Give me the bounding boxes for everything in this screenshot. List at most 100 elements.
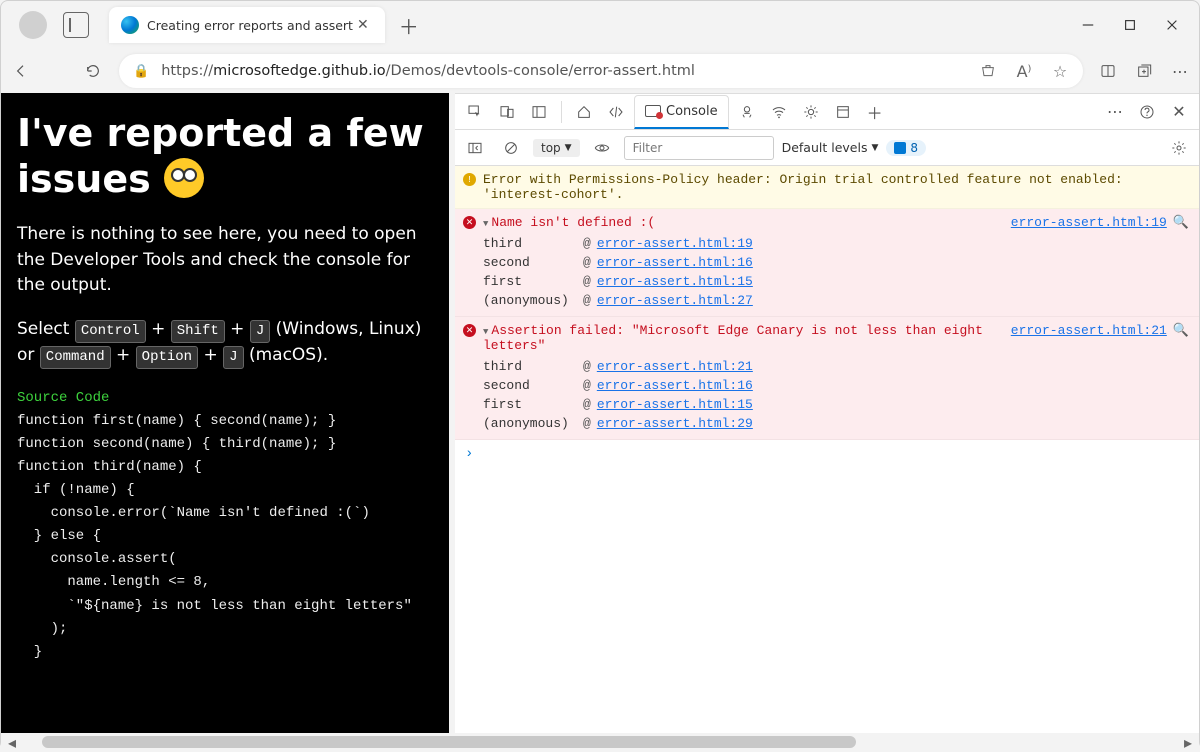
code-line: console.assert( — [17, 548, 433, 571]
console-prompt[interactable]: › — [455, 440, 1199, 468]
stack-at: @ — [583, 397, 591, 412]
minimize-button[interactable] — [1081, 18, 1095, 32]
application-tab-icon[interactable] — [829, 98, 857, 126]
shopping-icon[interactable] — [979, 62, 997, 80]
console-message: ✕ ▼Assertion failed: "Microsoft Edge Cana… — [455, 317, 1199, 440]
browser-tab[interactable]: Creating error reports and assert ✕ — [109, 7, 385, 43]
devtools-panel: Console ＋ ⋯ ✕ top ▼ Filter Default level… — [455, 93, 1199, 733]
maximize-button[interactable] — [1123, 18, 1137, 32]
error-icon: ✕ — [463, 324, 476, 337]
stack-source-link[interactable]: error-assert.html:21 — [597, 359, 753, 374]
source-link[interactable]: error-assert.html:19 — [1011, 215, 1167, 230]
stack-frame: first@error-assert.html:15 — [483, 272, 1189, 291]
stack-at: @ — [583, 359, 591, 374]
issues-badge[interactable]: 8 — [886, 140, 926, 156]
flushed-emoji-icon — [164, 158, 204, 198]
code-line: } else { — [17, 525, 433, 548]
code-line: console.error(`Name isn't defined :(`) — [17, 502, 433, 525]
address-bar[interactable]: 🔒 https://microsoftedge.github.io/Demos/… — [119, 54, 1083, 88]
stack-fn: first — [483, 397, 583, 412]
scroll-thumb[interactable] — [42, 736, 855, 748]
toggle-sidebar-icon[interactable] — [461, 134, 489, 162]
filter-input[interactable]: Filter — [624, 136, 774, 160]
stack-source-link[interactable]: error-assert.html:16 — [597, 378, 753, 393]
disclosure-toggle[interactable]: ▼ — [483, 219, 488, 229]
scroll-right-button[interactable]: ▸ — [1181, 733, 1195, 752]
inspect-element-icon[interactable] — [461, 98, 489, 126]
more-tabs-button[interactable]: ＋ — [861, 98, 889, 126]
stack-fn: second — [483, 378, 583, 393]
elements-tab-icon[interactable] — [602, 98, 630, 126]
stack-at: @ — [583, 378, 591, 393]
stack-source-link[interactable]: error-assert.html:27 — [597, 293, 753, 308]
refresh-button[interactable] — [83, 61, 103, 81]
horizontal-scrollbar[interactable]: ◂ ▸ — [1, 733, 1199, 751]
stack-fn: (anonymous) — [483, 416, 583, 431]
dock-side-icon[interactable] — [525, 98, 553, 126]
source-link[interactable]: error-assert.html:21 — [1011, 323, 1167, 338]
code-title: Source Code — [17, 387, 433, 410]
back-button[interactable] — [11, 61, 31, 81]
scroll-left-button[interactable]: ◂ — [5, 733, 19, 752]
split-screen-icon[interactable] — [1099, 62, 1117, 80]
stack-source-link[interactable]: error-assert.html:15 — [597, 274, 753, 289]
kbd: J — [223, 346, 243, 369]
page-heading: I've reported a few issues — [17, 111, 433, 202]
forward-button — [47, 61, 67, 81]
tab-actions-icon[interactable] — [63, 12, 89, 38]
stack-at: @ — [583, 274, 591, 289]
stack-at: @ — [583, 255, 591, 270]
stack-at: @ — [583, 416, 591, 431]
profile-avatar[interactable] — [19, 11, 47, 39]
console-settings-icon[interactable] — [1165, 134, 1193, 162]
code-line: function second(name) { third(name); } — [17, 433, 433, 456]
reveal-icon[interactable]: 🔍 — [1173, 215, 1189, 230]
help-icon[interactable] — [1133, 98, 1161, 126]
kbd: Shift — [171, 320, 225, 343]
edge-favicon-icon — [121, 16, 139, 34]
close-window-button[interactable] — [1165, 18, 1179, 32]
code-line: function third(name) { — [17, 456, 433, 479]
lock-icon[interactable]: 🔒 — [133, 64, 149, 79]
console-message: !Error with Permissions-Policy header: O… — [455, 166, 1199, 209]
context-selector[interactable]: top ▼ — [533, 139, 580, 157]
log-levels-dropdown[interactable]: Default levels ▼ — [782, 140, 879, 155]
stack-source-link[interactable]: error-assert.html:29 — [597, 416, 753, 431]
reveal-icon[interactable]: 🔍 — [1173, 323, 1189, 338]
page-intro: There is nothing to see here, you need t… — [17, 222, 433, 299]
console-tab-label: Console — [666, 104, 718, 119]
network-tab-icon[interactable] — [765, 98, 793, 126]
clear-console-icon[interactable] — [497, 134, 525, 162]
device-emulation-icon[interactable] — [493, 98, 521, 126]
performance-tab-icon[interactable] — [797, 98, 825, 126]
live-expression-icon[interactable] — [588, 134, 616, 162]
welcome-tab-icon[interactable] — [570, 98, 598, 126]
console-messages: !Error with Permissions-Policy header: O… — [455, 166, 1199, 733]
read-aloud-icon[interactable]: A⁾ — [1015, 62, 1033, 80]
new-tab-button[interactable]: ＋ — [399, 11, 419, 40]
stack-frame: first@ error-assert.html:15 — [483, 395, 1189, 414]
close-devtools-button[interactable]: ✕ — [1165, 98, 1193, 126]
url-text: https://microsoftedge.github.io/Demos/de… — [161, 63, 695, 79]
collections-icon[interactable] — [1135, 62, 1153, 80]
stack-fn: third — [483, 359, 583, 374]
favorite-icon[interactable]: ☆ — [1051, 62, 1069, 80]
stack-source-link[interactable]: error-assert.html:16 — [597, 255, 753, 270]
settings-menu-icon[interactable]: ⋯ — [1171, 62, 1189, 80]
sources-tab-icon[interactable] — [733, 98, 761, 126]
stack-fn: (anonymous) — [483, 293, 583, 308]
message-text: Name isn't defined :( — [491, 215, 655, 230]
message-text: Error with Permissions-Policy header: Or… — [483, 172, 1123, 202]
more-tools-icon[interactable]: ⋯ — [1101, 98, 1129, 126]
stack-source-link[interactable]: error-assert.html:19 — [597, 236, 753, 251]
error-icon: ✕ — [463, 216, 476, 229]
code-line: name.length <= 8, — [17, 571, 433, 594]
console-tab[interactable]: Console — [634, 95, 729, 129]
message-text: Assertion failed: "Microsoft Edge Canary… — [483, 323, 983, 353]
stack-source-link[interactable]: error-assert.html:15 — [597, 397, 753, 412]
stack-fn: third — [483, 236, 583, 251]
console-icon — [645, 105, 661, 117]
kbd: Command — [40, 346, 111, 369]
disclosure-toggle[interactable]: ▼ — [483, 327, 488, 337]
close-tab-button[interactable]: ✕ — [353, 17, 373, 33]
